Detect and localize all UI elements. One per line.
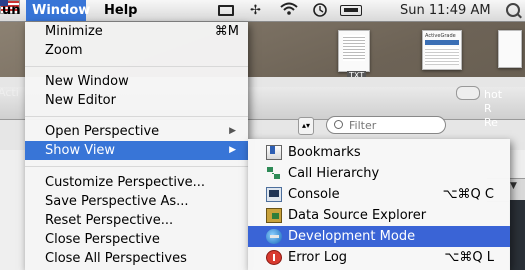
txt-file-icon[interactable]: [338, 30, 370, 72]
menu-item-open-perspective[interactable]: Open Perspective ▶: [25, 122, 248, 141]
screenshot-file-icon[interactable]: [498, 30, 522, 68]
menu-item-label: Close All Perspectives: [45, 251, 187, 266]
timemachine-icon[interactable]: [312, 2, 328, 20]
submenu-item-label: Console: [288, 187, 340, 202]
menu-item-new-editor[interactable]: New Editor: [25, 91, 248, 110]
spreadsheet-file-icon[interactable]: ActiveGrade: [422, 30, 462, 70]
call-hierarchy-icon: [266, 166, 282, 181]
menu-item-label: Close Perspective: [45, 232, 160, 247]
submenu-item-development-mode[interactable]: Development Mode: [248, 226, 510, 247]
background-label-acti: Acti: [0, 86, 19, 99]
menu-item-close-perspective[interactable]: Close Perspective: [25, 230, 248, 249]
toolbar-toggle-button[interactable]: [456, 86, 480, 100]
search-icon: [334, 120, 343, 129]
menu-item-label: Customize Perspective...: [45, 175, 206, 190]
spreadsheet-header-bar: [425, 40, 459, 45]
chevron-down-icon[interactable]: ▼: [510, 181, 517, 191]
menu-item-new-window[interactable]: New Window: [25, 72, 248, 91]
menubar-item-help[interactable]: Help: [98, 0, 143, 21]
menu-item-zoom[interactable]: Zoom: [25, 41, 248, 60]
menu-item-label: Show View: [45, 143, 116, 158]
submenu-item-data-source-explorer[interactable]: Data Source Explorer: [248, 205, 510, 226]
menu-item-show-view[interactable]: Show View ▶: [25, 141, 248, 160]
menu-item-label: New Editor: [45, 93, 116, 108]
submenu-item-label: Data Source Explorer: [288, 208, 427, 223]
spotlight-search-icon[interactable]: [506, 3, 520, 17]
background-dark-panel: [509, 200, 525, 270]
menu-item-label: Minimize: [45, 24, 103, 39]
data-source-explorer-icon: [266, 208, 282, 223]
submenu-item-label: Error Log: [288, 250, 348, 265]
submenu-item-call-hierarchy[interactable]: Call Hierarchy: [248, 163, 510, 184]
background-label-hot: hot R Re: [484, 88, 503, 129]
submenu-item-bookmarks[interactable]: Bookmarks: [248, 142, 510, 163]
menu-item-close-all-perspectives[interactable]: Close All Perspectives: [25, 249, 248, 268]
menu-separator: [25, 116, 248, 117]
bluetooth-icon[interactable]: ✢: [250, 2, 261, 20]
submenu-item-shortcut: ⌥⌘Q L: [444, 250, 494, 265]
bookmarks-icon: [266, 145, 282, 160]
menu-item-label: Zoom: [45, 43, 83, 58]
menu-item-label: Reset Perspective...: [45, 213, 174, 228]
console-icon: [266, 187, 282, 202]
menubar-clock[interactable]: Sun 11:49 AM: [400, 2, 491, 20]
menubar-item-window[interactable]: Window: [26, 0, 90, 21]
submenu-item-error-log[interactable]: Error Log ⌥⌘Q L: [248, 247, 510, 268]
submenu-item-label: Call Hierarchy: [288, 166, 380, 181]
menu-separator: [25, 166, 248, 167]
menu-item-shortcut: ⌘M: [214, 24, 239, 39]
spreadsheet-rows: [425, 47, 459, 65]
battery-icon[interactable]: [340, 2, 362, 20]
filter-input[interactable]: Filter: [326, 116, 446, 134]
submenu-item-label: Development Mode: [288, 229, 416, 244]
submenu-arrow-icon: ▶: [229, 145, 236, 155]
menu-item-label: Save Perspective As...: [45, 194, 189, 209]
development-mode-icon: [266, 229, 282, 244]
menu-item-label: New Window: [45, 74, 129, 89]
show-view-submenu: Bookmarks Call Hierarchy Console ⌥⌘Q C D…: [248, 139, 510, 270]
submenu-item-shortcut: ⌥⌘Q C: [442, 187, 494, 202]
menu-item-customize-perspective[interactable]: Customize Perspective...: [25, 173, 248, 192]
error-log-icon: [266, 250, 282, 265]
display-icon[interactable]: [218, 2, 234, 20]
spreadsheet-title: ActiveGrade: [425, 33, 456, 39]
menu-item-save-perspective-as[interactable]: Save Perspective As...: [25, 192, 248, 211]
submenu-arrow-icon: ▶: [229, 126, 236, 136]
menu-bar: un Window Help ✢ Sun 11:49 AM: [0, 0, 525, 22]
menu-item-minimize[interactable]: Minimize ⌘M: [25, 22, 248, 41]
menu-separator: [25, 66, 248, 67]
menu-item-reset-perspective[interactable]: Reset Perspective...: [25, 211, 248, 230]
window-menu: Minimize ⌘M Zoom New Window New Editor O…: [25, 22, 248, 270]
stepper-control[interactable]: ▴▾: [298, 117, 314, 135]
wifi-icon[interactable]: [280, 2, 298, 20]
menu-item-label: Open Perspective: [45, 124, 160, 139]
filter-placeholder: Filter: [349, 119, 377, 132]
submenu-item-label: Bookmarks: [288, 145, 361, 160]
submenu-item-console[interactable]: Console ⌥⌘Q C: [248, 184, 510, 205]
txt-file-lines: [343, 35, 365, 61]
